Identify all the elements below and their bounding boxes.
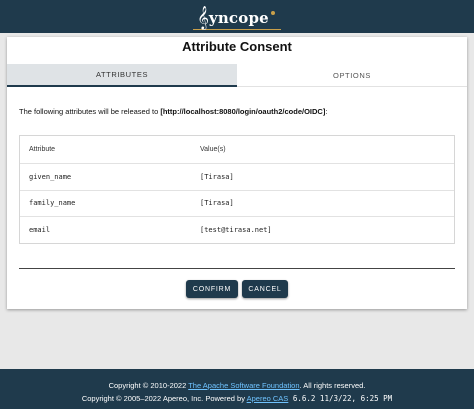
consent-card: Attribute Consent ATTRIBUTES OPTIONS The… [7, 37, 467, 309]
section-divider [19, 268, 455, 269]
footer-rights: . All rights reserved. [299, 381, 366, 390]
attribute-value: [test@tirasa.net] [200, 225, 272, 234]
page-title: Attribute Consent [182, 39, 292, 54]
attribute-name: family_name [29, 199, 76, 208]
top-header: 𝄞 yncope [0, 0, 474, 33]
table-row: email [test@tirasa.net] [20, 216, 454, 243]
syncope-logo[interactable]: 𝄞 yncope [193, 4, 281, 30]
tab-bar: ATTRIBUTES OPTIONS [7, 64, 467, 87]
treble-clef-icon: 𝄞 [197, 4, 209, 29]
attribute-name: email [29, 225, 51, 234]
tab-attributes[interactable]: ATTRIBUTES [7, 64, 237, 87]
attribute-table: Attribute Value(s) given_name [Tirasa] f… [19, 135, 455, 244]
footer-line-apache: Copyright © 2010-2022 The Apache Softwar… [0, 381, 474, 390]
table-row: family_name [Tirasa] [20, 189, 454, 217]
header-attribute: Attribute [29, 146, 56, 153]
intro-prefix: The following attributes will be release… [19, 107, 161, 116]
cancel-button[interactable]: CANCEL [242, 280, 288, 298]
confirm-button[interactable]: CONFIRM [186, 280, 238, 298]
table-row: given_name [Tirasa] [20, 163, 454, 190]
footer-copyright-1: Copyright © 2010-2022 [108, 381, 189, 390]
page-footer: Copyright © 2010-2022 The Apache Softwar… [0, 369, 474, 409]
intro-suffix: : [325, 107, 328, 116]
action-buttons: CONFIRM CANCEL [7, 280, 467, 298]
release-intro: The following attributes will be release… [19, 107, 459, 116]
table-header-row: Attribute Value(s) [20, 136, 454, 163]
logo-accent-dot [270, 10, 275, 15]
footer-copyright-2: Copyright © 2005–2022 Apereo, Inc. Power… [81, 394, 247, 403]
intro-target-url: [http://localhost:8080/login/oauth2/code… [160, 107, 326, 116]
cas-version: 6.6.2 11/3/22, 6:25 PM [288, 394, 393, 403]
header-values: Value(s) [200, 146, 226, 153]
tab-options[interactable]: OPTIONS [237, 64, 467, 87]
apereo-cas-link[interactable]: Apereo CAS [247, 394, 289, 403]
attribute-value: [Tirasa] [200, 172, 234, 181]
attribute-value: [Tirasa] [200, 199, 234, 208]
apache-foundation-link[interactable]: The Apache Software Foundation [188, 381, 299, 390]
attribute-name: given_name [29, 172, 72, 181]
logo-text: yncope [208, 8, 269, 27]
footer-line-apereo: Copyright © 2005–2022 Apereo, Inc. Power… [0, 394, 474, 403]
